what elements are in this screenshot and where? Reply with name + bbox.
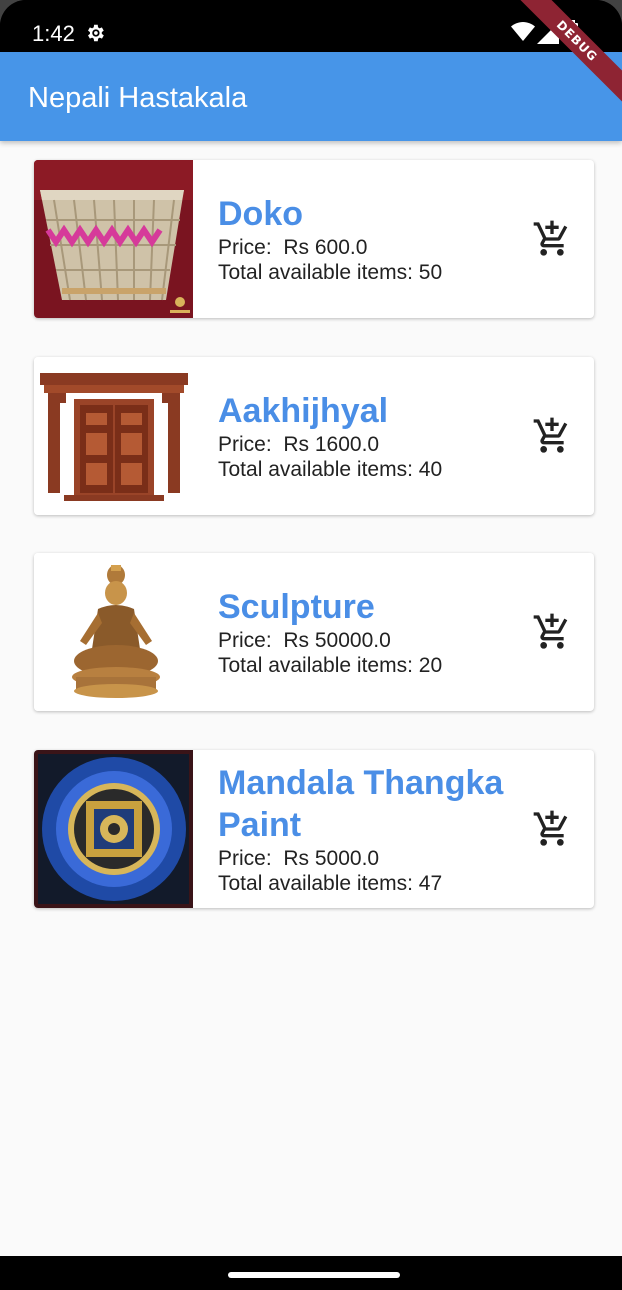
add-shopping-cart-icon[interactable]: [532, 612, 572, 652]
product-image-aakhijhyal: [34, 357, 193, 515]
product-list[interactable]: Doko Price: Rs 600.0 Total available ite…: [0, 141, 622, 1256]
product-name: Sculpture: [218, 588, 375, 626]
product-info: Doko Price: Rs 600.0 Total available ite…: [218, 193, 518, 285]
app-bar: Nepali Hastakala: [0, 52, 622, 141]
add-shopping-cart-icon[interactable]: [532, 809, 572, 849]
product-stock: Total available items: 40: [218, 458, 443, 481]
app-title: Nepali Hastakala: [28, 82, 248, 114]
status-time: 1:42: [32, 21, 75, 46]
home-gesture-handle[interactable]: [228, 1272, 400, 1278]
product-info: Sculpture Price: Rs 50000.0 Total availa…: [218, 586, 518, 678]
product-name: Doko: [218, 195, 303, 233]
product-stock: Total available items: 20: [218, 654, 443, 677]
product-price: Price: Rs 1600.0: [218, 433, 380, 456]
add-shopping-cart-icon[interactable]: [532, 219, 572, 259]
add-shopping-cart-icon[interactable]: [532, 416, 572, 456]
system-nav-bar: [0, 1256, 622, 1290]
product-price: Price: Rs 5000.0: [218, 847, 380, 870]
product-card[interactable]: Aakhijhyal Price: Rs 1600.0 Total availa…: [34, 357, 594, 515]
product-card[interactable]: Mandala Thangka Paint Price: Rs 5000.0 T…: [34, 750, 594, 908]
product-card[interactable]: Sculpture Price: Rs 50000.0 Total availa…: [34, 553, 594, 711]
device-frame: 1:42 Nepali Hastakala DEBUG Doko Price: …: [0, 0, 622, 1290]
product-stock: Total available items: 50: [218, 261, 443, 284]
product-image-mandala: [34, 750, 193, 908]
product-price: Price: Rs 600.0: [218, 236, 368, 259]
product-info: Mandala Thangka Paint Price: Rs 5000.0 T…: [218, 762, 518, 896]
product-card[interactable]: Doko Price: Rs 600.0 Total available ite…: [34, 160, 594, 318]
product-name: Aakhijhyal: [218, 392, 389, 430]
gear-icon: [88, 24, 104, 42]
product-stock: Total available items: 47: [218, 872, 443, 895]
product-image-doko: [34, 160, 193, 318]
product-info: Aakhijhyal Price: Rs 1600.0 Total availa…: [218, 390, 518, 482]
wifi-icon: [511, 22, 535, 41]
product-name: Mandala Thangka Paint: [218, 764, 504, 844]
product-image-sculpture: [34, 553, 193, 711]
product-price: Price: Rs 50000.0: [218, 629, 391, 652]
